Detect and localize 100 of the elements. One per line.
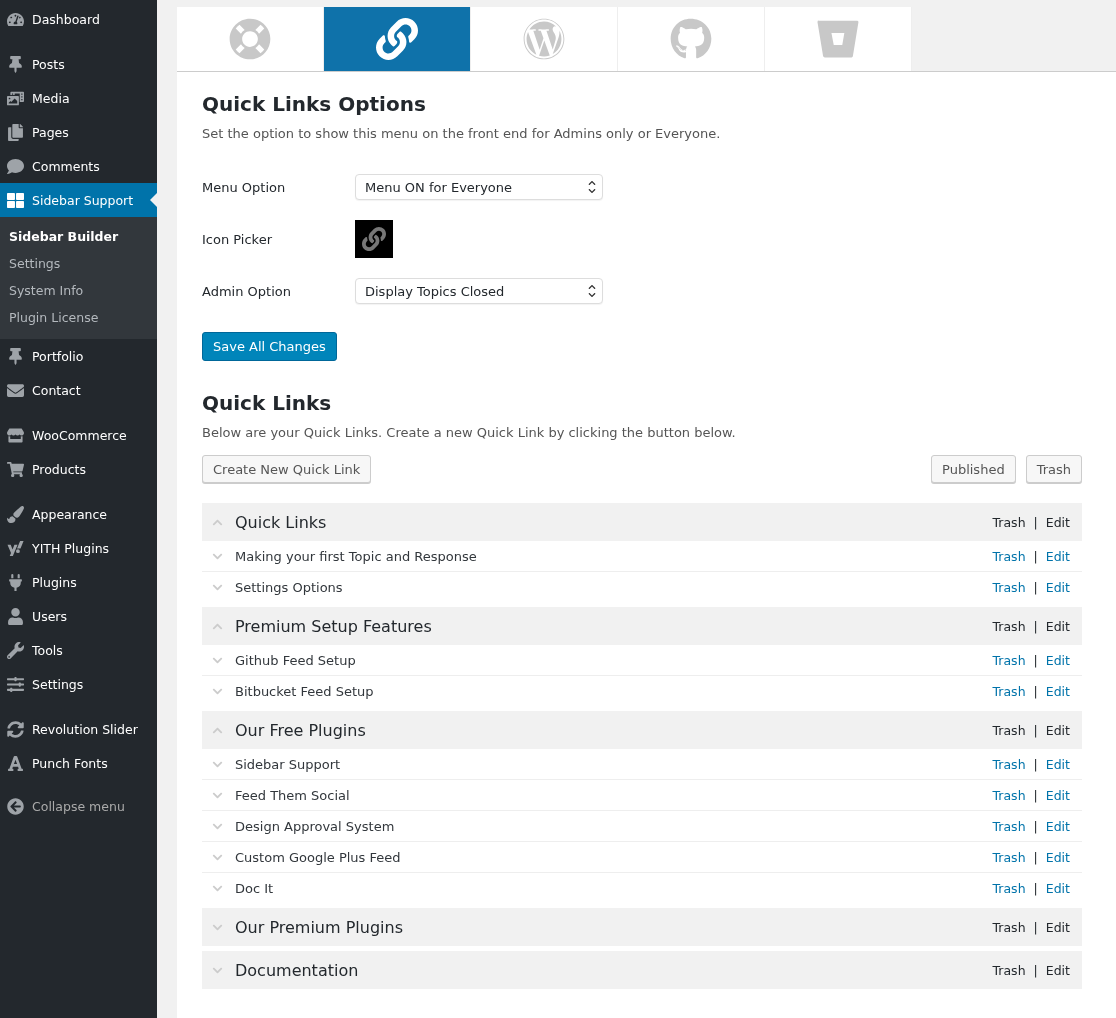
bucket-icon xyxy=(817,18,859,60)
link-icon xyxy=(362,227,386,251)
trash-link[interactable]: Trash xyxy=(992,579,1026,595)
separator-text: | xyxy=(1033,880,1038,896)
submenu-item[interactable]: System Info xyxy=(0,277,157,304)
edit-link[interactable]: Edit xyxy=(1045,818,1070,834)
menu-icon xyxy=(7,381,24,399)
sidebar-item[interactable]: Posts xyxy=(0,47,157,81)
sidebar-item[interactable]: Media xyxy=(0,81,157,115)
trash-link[interactable]: Trash xyxy=(992,756,1026,772)
edit-link[interactable]: Edit xyxy=(1045,787,1070,803)
link-title: Github Feed Setup xyxy=(235,652,357,668)
separator-text: | xyxy=(1033,722,1038,738)
submenu-item[interactable]: Plugin License xyxy=(0,304,157,331)
trash-link[interactable]: Trash xyxy=(992,548,1026,564)
sidebar-item[interactable]: Revolution Slider xyxy=(0,712,157,746)
trash-link[interactable]: Trash xyxy=(992,722,1026,738)
edit-link[interactable]: Edit xyxy=(1045,962,1070,978)
menu-icon xyxy=(7,123,24,141)
sidebar-item[interactable]: Dashboard xyxy=(0,2,157,36)
sidebar-item[interactable]: Pages xyxy=(0,115,157,149)
submenu-item[interactable]: Sidebar Builder xyxy=(0,223,157,250)
trash-link[interactable]: Trash xyxy=(992,652,1026,668)
link-icon xyxy=(376,18,418,60)
menu-icon xyxy=(7,720,24,738)
icon-picker[interactable] xyxy=(355,220,393,258)
field-label: Icon Picker xyxy=(202,231,274,247)
field-label: Admin Option xyxy=(202,283,292,299)
sidebar-item[interactable]: Sidebar Support xyxy=(0,183,157,217)
filter-button[interactable]: Published xyxy=(931,455,1016,483)
sidebar-item[interactable]: Users xyxy=(0,599,157,633)
separator-text: | xyxy=(1033,683,1038,699)
menu-icon xyxy=(7,607,24,625)
group-header[interactable]: Our Free Plugins Trash | Edit xyxy=(202,711,1082,749)
icon-tab[interactable] xyxy=(324,7,471,71)
edit-link[interactable]: Edit xyxy=(1045,579,1070,595)
sidebar-item[interactable]: Punch Fonts xyxy=(0,746,157,780)
edit-link[interactable]: Edit xyxy=(1045,849,1070,865)
section-description: Below are your Quick Links. Create a new Quick Link by clicking the button below. xyxy=(202,425,737,440)
group-header[interactable]: Documentation Trash | Edit xyxy=(202,951,1082,989)
section-title: Quick Links Options xyxy=(202,92,427,116)
sidebar-item[interactable]: Contact xyxy=(0,373,157,407)
trash-link[interactable]: Trash xyxy=(992,962,1026,978)
trash-link[interactable]: Trash xyxy=(992,787,1026,803)
separator-text: | xyxy=(1033,618,1038,634)
sort-arrows-icon xyxy=(588,179,596,195)
sidebar-item[interactable]: WooCommerce xyxy=(0,418,157,452)
sidebar-item[interactable]: Appearance xyxy=(0,497,157,531)
trash-link[interactable]: Trash xyxy=(992,818,1026,834)
trash-link[interactable]: Trash xyxy=(992,683,1026,699)
select-field[interactable]: Menu ON for Everyone xyxy=(355,174,603,200)
sidebar-item[interactable]: Products xyxy=(0,452,157,486)
menu-icon xyxy=(7,10,24,28)
lifebuoy-icon xyxy=(229,18,271,60)
link-title: Design Approval System xyxy=(235,818,396,834)
sidebar-item[interactable]: Plugins xyxy=(0,565,157,599)
edit-link[interactable]: Edit xyxy=(1045,880,1070,896)
separator-text: | xyxy=(1033,652,1038,668)
trash-link[interactable]: Trash xyxy=(992,880,1026,896)
group-header[interactable]: Quick Links Trash | Edit xyxy=(202,503,1082,541)
group-title: Our Free Plugins xyxy=(235,720,367,740)
sidebar-item[interactable]: Tools xyxy=(0,633,157,667)
menu-icon xyxy=(7,573,24,591)
separator-text: | xyxy=(1033,919,1038,935)
sidebar-item[interactable]: Settings xyxy=(0,667,157,701)
save-button[interactable]: Save All Changes xyxy=(202,332,337,361)
menu-icon xyxy=(7,675,24,693)
edit-link[interactable]: Edit xyxy=(1045,652,1070,668)
trash-link[interactable]: Trash xyxy=(992,618,1026,634)
edit-link[interactable]: Edit xyxy=(1045,514,1070,530)
group-header[interactable]: Premium Setup Features Trash | Edit xyxy=(202,607,1082,645)
edit-link[interactable]: Edit xyxy=(1045,548,1070,564)
group-header[interactable]: Our Premium Plugins Trash | Edit xyxy=(202,908,1082,946)
sidebar-item[interactable]: Portfolio xyxy=(0,339,157,373)
edit-link[interactable]: Edit xyxy=(1045,919,1070,935)
group-title: Quick Links xyxy=(235,512,328,532)
edit-link[interactable]: Edit xyxy=(1045,683,1070,699)
separator-text: | xyxy=(1033,849,1038,865)
sidebar-item[interactable]: YITH Plugins xyxy=(0,531,157,565)
group-title: Documentation xyxy=(235,960,360,980)
submenu-item[interactable]: Settings xyxy=(0,250,157,277)
collapse-menu-button[interactable]: Collapse menu xyxy=(0,791,157,821)
trash-link[interactable]: Trash xyxy=(992,919,1026,935)
create-button[interactable]: Create New Quick Link xyxy=(202,455,372,483)
edit-link[interactable]: Edit xyxy=(1045,756,1070,772)
link-title: Feed Them Social xyxy=(235,787,351,803)
collapse-icon xyxy=(7,797,24,815)
filter-button[interactable]: Trash xyxy=(1025,455,1082,483)
menu-icon xyxy=(7,426,24,444)
edit-link[interactable]: Edit xyxy=(1045,618,1070,634)
trash-link[interactable]: Trash xyxy=(992,849,1026,865)
separator-text: | xyxy=(1033,756,1038,772)
sidebar-item[interactable]: Comments xyxy=(0,149,157,183)
menu-icon xyxy=(7,347,24,365)
separator-text: | xyxy=(1033,548,1038,564)
select-field[interactable]: Display Topics Closed xyxy=(355,278,603,304)
trash-link[interactable]: Trash xyxy=(992,514,1026,530)
field-label: Menu Option xyxy=(202,179,287,195)
edit-link[interactable]: Edit xyxy=(1045,722,1070,738)
menu-icon xyxy=(7,754,24,772)
